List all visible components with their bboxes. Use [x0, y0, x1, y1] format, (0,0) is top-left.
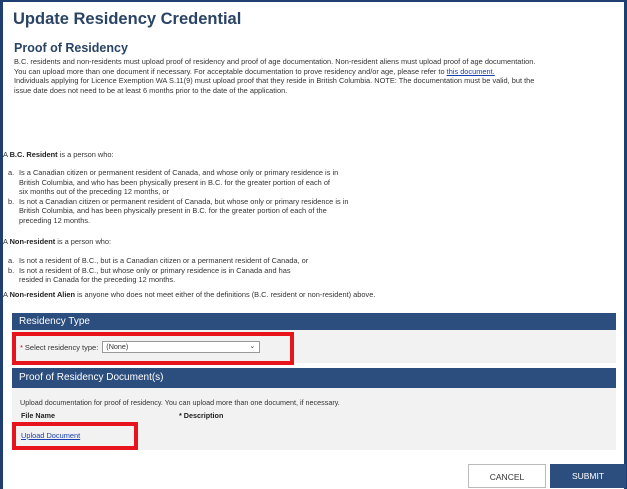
- non-resident-suffix: is a person who:: [57, 237, 112, 246]
- page-title: Update Residency Credential: [13, 10, 242, 28]
- bc-resident-criteria-list: a. Is a Canadian citizen or permanent re…: [8, 168, 348, 226]
- list-item-line: Is not a resident of B.C., but whose onl…: [19, 265, 291, 275]
- alien-prefix: A: [3, 290, 8, 299]
- non-resident-prefix: A: [3, 237, 8, 246]
- list-item: a. Is not a resident of B.C., but is a C…: [8, 256, 308, 266]
- documents-note: Upload documentation for proof of reside…: [20, 398, 340, 407]
- intro-text: B.C. residents and non-residents must up…: [14, 57, 620, 95]
- submit-button[interactable]: SUBMIT: [550, 464, 626, 488]
- list-item-line: Is a Canadian citizen or permanent resid…: [19, 168, 339, 177]
- alien-term: Non-resident Alien: [9, 290, 76, 299]
- list-item-line: Is not a resident of B.C., but is a Cana…: [19, 256, 309, 265]
- list-marker: b.: [8, 265, 15, 275]
- non-resident-term: Non-resident: [9, 237, 56, 246]
- proof-of-residency-heading: Proof of Residency: [14, 41, 128, 55]
- intro-line-3: Individuals applying for Licence Exempti…: [14, 76, 535, 86]
- list-item-line: preceding 12 months.: [19, 215, 91, 225]
- bc-resident-prefix: A: [3, 150, 8, 159]
- bc-resident-suffix: is a person who:: [59, 150, 114, 159]
- list-marker: a.: [8, 256, 15, 265]
- list-marker: b.: [8, 196, 15, 206]
- bc-resident-definition: A B.C. Resident is a person who:: [3, 150, 114, 160]
- list-marker: a.: [8, 168, 15, 177]
- highlight-box-upload: [12, 422, 138, 450]
- intro-line-2: You can upload more than one document if…: [14, 67, 620, 77]
- list-item-line: British Columbia, and who has been physi…: [19, 177, 330, 187]
- intro-line-2-text: You can upload more than one document if…: [14, 66, 445, 76]
- documents-header: Proof of Residency Document(s): [12, 368, 616, 388]
- residency-type-header: Residency Type: [12, 313, 616, 330]
- highlight-box-residency-type: [12, 332, 294, 365]
- acceptable-documentation-link[interactable]: this document.: [447, 67, 495, 76]
- list-item: a. Is a Canadian citizen or permanent re…: [8, 168, 348, 197]
- non-resident-criteria-list: a. Is not a resident of B.C., but is a C…: [8, 256, 308, 285]
- description-column-header: * Description: [179, 411, 224, 420]
- intro-line-1: B.C. residents and non-residents must up…: [14, 57, 536, 66]
- window-frame-top: [0, 0, 627, 2]
- list-item-line: British Columbia, and has been physicall…: [19, 206, 327, 216]
- list-item: b. Is not a Canadian citizen or permanen…: [8, 197, 348, 226]
- non-resident-alien-definition: A Non-resident Alien is anyone who does …: [3, 290, 375, 300]
- list-item-line: resided in Canada for the preceding 12 m…: [19, 275, 176, 285]
- non-resident-definition: A Non-resident is a person who:: [3, 237, 111, 247]
- cancel-button[interactable]: CANCEL: [468, 464, 546, 488]
- list-item-line: Is not a Canadian citizen or permanent r…: [19, 196, 349, 206]
- alien-suffix: is anyone who does not meet either of th…: [77, 290, 376, 299]
- intro-line-4: issue date does not need to be at least …: [14, 85, 288, 95]
- list-item: b. Is not a resident of B.C., but whose …: [8, 266, 308, 285]
- list-item-line: six months out of the preceding 12 month…: [19, 187, 169, 197]
- file-name-column-header: File Name: [21, 411, 55, 420]
- bc-resident-term: B.C. Resident: [9, 150, 58, 159]
